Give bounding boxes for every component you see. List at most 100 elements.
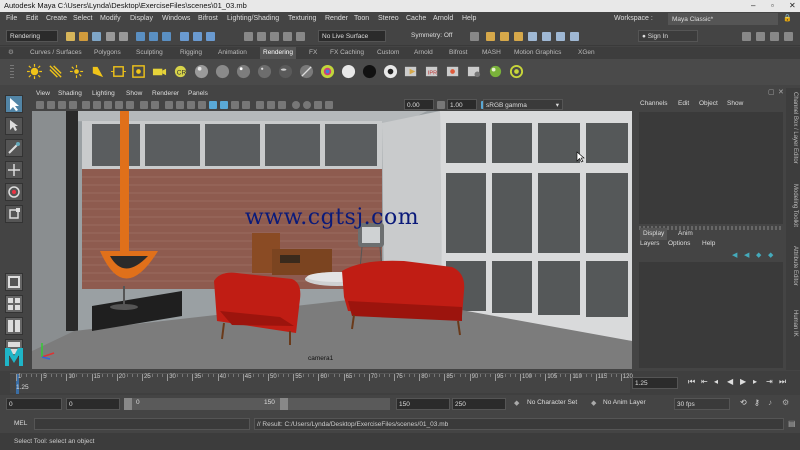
vp-menu-panels[interactable]: Panels — [188, 88, 208, 99]
shelf-options-icon[interactable]: ⚙ — [8, 47, 14, 59]
character-set-dropdown[interactable]: No Character Set — [527, 399, 577, 406]
time-slider[interactable]: 1.25 1 5 10 15 20 25 30 35 40 45 50 55 60 65 70 75 80 85 9… — [0, 371, 800, 395]
single-perspective-layout-icon[interactable] — [5, 273, 23, 291]
modeling-toolkit-icon[interactable] — [742, 32, 751, 41]
menu-arnold[interactable]: Arnold — [433, 12, 453, 25]
rotate-tool-icon[interactable] — [5, 183, 23, 201]
shelf-tab-fx[interactable]: FX — [309, 47, 317, 59]
menu-toon[interactable]: Toon — [354, 12, 369, 25]
live-surface-field[interactable]: No Live Surface — [318, 30, 386, 42]
isolate-select-icon[interactable] — [292, 101, 300, 109]
anim-layer-dropdown[interactable]: No Anim Layer — [603, 399, 646, 406]
resolution-gate-icon[interactable] — [104, 101, 112, 109]
menu-help[interactable]: Help — [462, 12, 476, 25]
layer-menu-help[interactable]: Help — [702, 238, 715, 250]
snap-grid-icon[interactable] — [244, 32, 253, 41]
playback-end-field[interactable]: 150 — [396, 398, 450, 410]
hypershade-shelf-icon[interactable] — [488, 64, 503, 79]
shadows-icon[interactable] — [231, 101, 239, 109]
workspace-dropdown[interactable]: Maya Classic* — [668, 13, 778, 25]
menu-file[interactable]: File — [6, 12, 17, 25]
menu-stereo[interactable]: Stereo — [378, 12, 399, 25]
side-tab-human-ik[interactable]: Human IK — [792, 310, 798, 337]
play-forward-icon[interactable]: ▶ — [740, 377, 746, 386]
use-all-lights-icon[interactable] — [220, 101, 228, 109]
select-camera-icon[interactable] — [36, 101, 44, 109]
multisample-aa-icon[interactable] — [267, 101, 275, 109]
shelf-tab-fx-caching[interactable]: FX Caching — [330, 47, 364, 59]
select-hierarchy-icon[interactable] — [136, 32, 145, 41]
two-view-layout-icon[interactable] — [5, 317, 23, 335]
area-light-icon[interactable] — [111, 64, 126, 79]
scene-end-field[interactable]: 250 — [452, 398, 506, 410]
shelf-tab-sculpting[interactable]: Sculpting — [136, 47, 163, 59]
new-scene-icon[interactable] — [66, 32, 75, 41]
menu-texturing[interactable]: Texturing — [288, 12, 316, 25]
textured-icon[interactable] — [209, 101, 217, 109]
ocean-shader-icon[interactable] — [383, 64, 398, 79]
lambert-material-icon[interactable] — [215, 64, 230, 79]
image-plane-icon[interactable] — [69, 101, 77, 109]
select-component-icon[interactable] — [162, 32, 171, 41]
symmetry-dropdown[interactable]: Symmetry: Off — [408, 30, 466, 42]
workspace-lock-icon[interactable]: 🔒 — [783, 12, 792, 25]
use-background-icon[interactable] — [341, 64, 356, 79]
menu-lighting-shading[interactable]: Lighting/Shading — [227, 12, 279, 25]
step-forward-frame-icon[interactable]: ▸ — [753, 377, 757, 386]
menu-windows[interactable]: Windows — [162, 12, 190, 25]
auto-key-icon[interactable]: ⚷ — [754, 398, 760, 407]
menu-bifrost[interactable]: Bifrost — [198, 12, 218, 25]
spot-light-icon[interactable] — [90, 64, 105, 79]
gamma-field[interactable]: 1.00 — [447, 99, 477, 110]
film-gate-icon[interactable] — [93, 101, 101, 109]
scene-start-field[interactable]: 0 — [6, 398, 62, 410]
save-scene-icon[interactable] — [92, 32, 101, 41]
surface-shader-icon[interactable] — [320, 64, 335, 79]
range-slider[interactable]: 0 150 — [124, 398, 390, 410]
menu-set-dropdown[interactable]: Rendering — [6, 30, 58, 42]
light-linking-icon[interactable] — [509, 64, 524, 79]
exposure-field[interactable]: 0.00 — [404, 99, 434, 110]
menu-create[interactable]: Create — [46, 12, 67, 25]
shelf-tab-animation[interactable]: Animation — [218, 47, 247, 59]
mel-input[interactable] — [34, 418, 250, 430]
render-settings-shelf-icon[interactable] — [467, 64, 482, 79]
blinn-material-icon[interactable] — [194, 64, 209, 79]
channel-menu-edit[interactable]: Edit — [678, 98, 689, 110]
layer-move-up-icon[interactable]: ◀ — [732, 251, 737, 259]
panel-float-icon[interactable]: ▢ — [768, 88, 775, 96]
pick-mask-icon[interactable] — [180, 32, 189, 41]
shelf-tab-arnold[interactable]: Arnold — [414, 47, 433, 59]
xray-joints-icon[interactable] — [303, 101, 311, 109]
step-forward-key-icon[interactable]: ⇥ — [766, 377, 773, 386]
menu-display[interactable]: Display — [130, 12, 153, 25]
grid-toggle-icon[interactable] — [82, 101, 90, 109]
wireframe-icon[interactable] — [165, 101, 173, 109]
render-view-icon[interactable] — [446, 64, 461, 79]
directional-light-icon[interactable] — [48, 64, 63, 79]
screen-space-ao-icon[interactable] — [242, 101, 250, 109]
smooth-shade-icon[interactable] — [176, 101, 184, 109]
menu-cache[interactable]: Cache — [406, 12, 426, 25]
range-handle-right[interactable] — [280, 398, 288, 410]
anisotropic-material-icon[interactable] — [278, 64, 293, 79]
shelf-tab-curves-surfaces[interactable]: Curves / Surfaces — [30, 47, 82, 59]
bookmarks-icon[interactable] — [58, 101, 66, 109]
safe-action-icon[interactable] — [140, 101, 148, 109]
maximize-icon[interactable]: ▫ — [771, 0, 774, 12]
ambient-light-icon[interactable] — [27, 64, 42, 79]
depth-of-field-icon[interactable] — [278, 101, 286, 109]
ramp-material-icon[interactable] — [299, 64, 314, 79]
channel-menu-channels[interactable]: Channels — [640, 98, 667, 110]
camera-aim-icon[interactable]: CR — [173, 64, 188, 79]
shelf-tab-polygons[interactable]: Polygons — [94, 47, 121, 59]
vp-menu-shading[interactable]: Shading — [58, 88, 82, 99]
minimize-icon[interactable]: – — [751, 0, 755, 12]
xray-icon[interactable] — [198, 101, 206, 109]
wireframe-on-shaded-icon[interactable] — [187, 101, 195, 109]
go-to-end-icon[interactable]: ⏭ — [779, 377, 786, 387]
select-object-icon[interactable] — [149, 32, 158, 41]
shelf-tab-mash[interactable]: MASH — [482, 47, 501, 59]
motion-blur-icon[interactable] — [256, 101, 264, 109]
play-backward-icon[interactable]: ◀ — [727, 377, 733, 386]
